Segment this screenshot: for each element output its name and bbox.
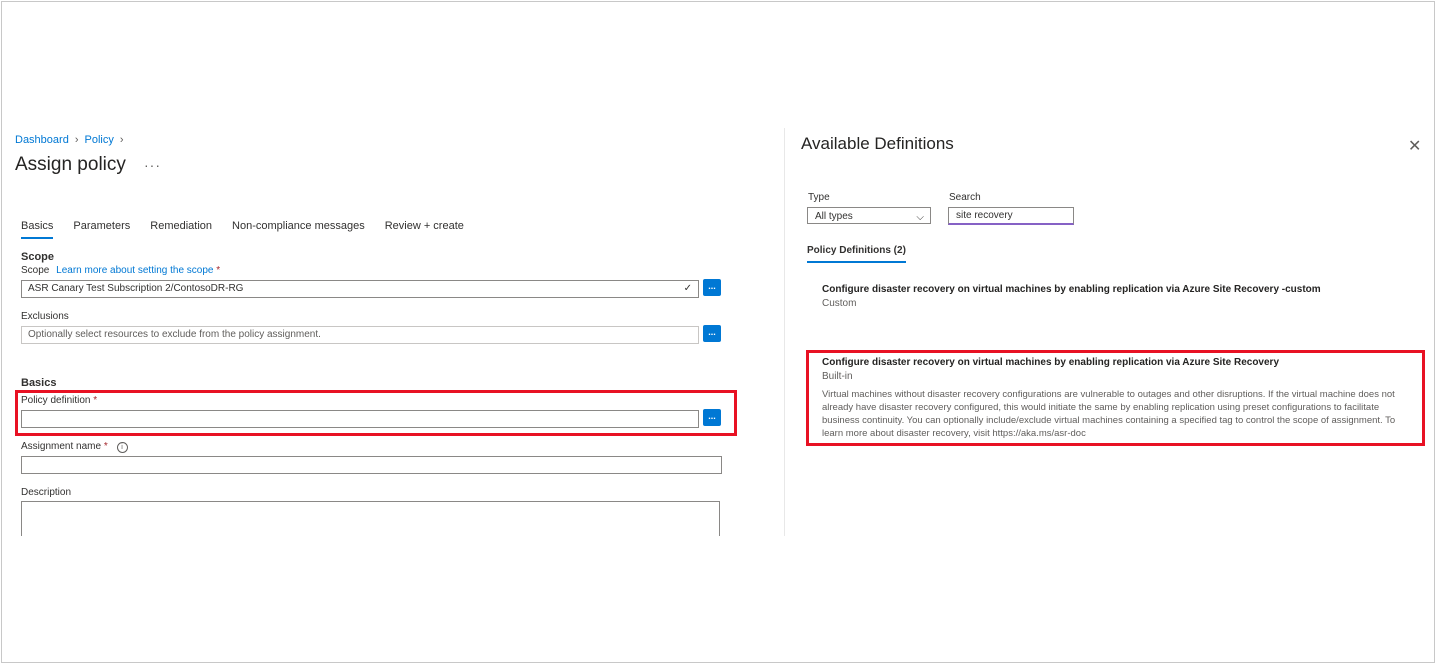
scope-field[interactable]: ASR Canary Test Subscription 2/ContosoDR… bbox=[21, 280, 699, 298]
policy-definition-field[interactable] bbox=[21, 410, 699, 428]
info-icon[interactable]: i bbox=[116, 442, 128, 453]
breadcrumb: Dashboard › Policy › bbox=[15, 134, 124, 146]
definition-item-highlighted[interactable]: Configure disaster recovery on virtual m… bbox=[806, 350, 1425, 446]
definition-type: Custom bbox=[822, 298, 857, 309]
learn-more-scope-link[interactable]: Learn more about setting the scope bbox=[56, 265, 213, 276]
definition-type: Built-in bbox=[822, 371, 853, 382]
panel-divider bbox=[784, 128, 785, 536]
type-value: All types bbox=[815, 211, 853, 222]
description-label: Description bbox=[21, 487, 72, 498]
more-options-icon[interactable]: ··· bbox=[144, 157, 161, 173]
tab-policy-definitions[interactable]: Policy Definitions (2) bbox=[807, 245, 906, 263]
tab-basics[interactable]: Basics bbox=[21, 220, 54, 239]
page-title: Assign policy bbox=[15, 154, 126, 175]
required-marker: * bbox=[93, 395, 98, 406]
scope-browse-button[interactable]: ... bbox=[703, 279, 721, 296]
checkmark-icon: ✓ bbox=[683, 283, 692, 294]
scope-label: Scope bbox=[21, 265, 50, 276]
assignment-name-label: Assignment name bbox=[21, 441, 102, 452]
type-dropdown[interactable]: All types ⌵ bbox=[807, 207, 931, 224]
required-marker: * bbox=[216, 265, 221, 276]
required-marker: * bbox=[103, 441, 108, 452]
description-textarea[interactable] bbox=[21, 501, 720, 536]
exclusions-placeholder: Optionally select resources to exclude f… bbox=[28, 329, 321, 340]
policy-definition-label: Policy definition bbox=[21, 395, 91, 406]
panel-title: Available Definitions bbox=[801, 134, 954, 153]
search-value: site recovery bbox=[956, 210, 1013, 221]
breadcrumb-dashboard[interactable]: Dashboard bbox=[15, 134, 69, 146]
search-label: Search bbox=[949, 192, 981, 203]
tab-review-create[interactable]: Review + create bbox=[385, 220, 464, 239]
exclusions-field[interactable]: Optionally select resources to exclude f… bbox=[21, 326, 699, 344]
assignment-name-label-row: Assignment name * i bbox=[21, 441, 128, 453]
policy-definition-label-row: Policy definition * bbox=[21, 395, 97, 406]
definition-name: Configure disaster recovery on virtual m… bbox=[822, 284, 1321, 295]
close-icon[interactable]: ✕ bbox=[1408, 136, 1421, 156]
scope-label-row: Scope Learn more about setting the scope… bbox=[21, 265, 220, 276]
policy-definition-browse-button[interactable]: ... bbox=[703, 409, 721, 426]
exclusions-browse-button[interactable]: ... bbox=[703, 325, 721, 342]
definition-name: Configure disaster recovery on virtual m… bbox=[822, 357, 1280, 368]
exclusions-label: Exclusions bbox=[21, 311, 69, 322]
tab-parameters[interactable]: Parameters bbox=[73, 220, 130, 239]
search-input[interactable]: site recovery bbox=[948, 207, 1074, 225]
scope-value: ASR Canary Test Subscription 2/ContosoDR… bbox=[28, 283, 244, 294]
tab-bar: Basics Parameters Remediation Non-compli… bbox=[21, 220, 484, 239]
tab-non-compliance-messages[interactable]: Non-compliance messages bbox=[232, 220, 365, 239]
chevron-right-icon: › bbox=[119, 134, 124, 146]
chevron-right-icon: › bbox=[74, 134, 79, 146]
breadcrumb-policy[interactable]: Policy bbox=[85, 134, 114, 146]
type-label: Type bbox=[808, 192, 830, 203]
definition-description: Virtual machines without disaster recove… bbox=[822, 389, 1396, 439]
chevron-down-icon: ⌵ bbox=[916, 212, 924, 223]
assignment-name-field[interactable] bbox=[21, 456, 722, 474]
scope-section-title: Scope bbox=[21, 251, 55, 263]
tab-remediation[interactable]: Remediation bbox=[150, 220, 212, 239]
basics-section-title: Basics bbox=[21, 377, 57, 389]
definition-item[interactable]: Configure disaster recovery on virtual m… bbox=[822, 284, 1321, 309]
